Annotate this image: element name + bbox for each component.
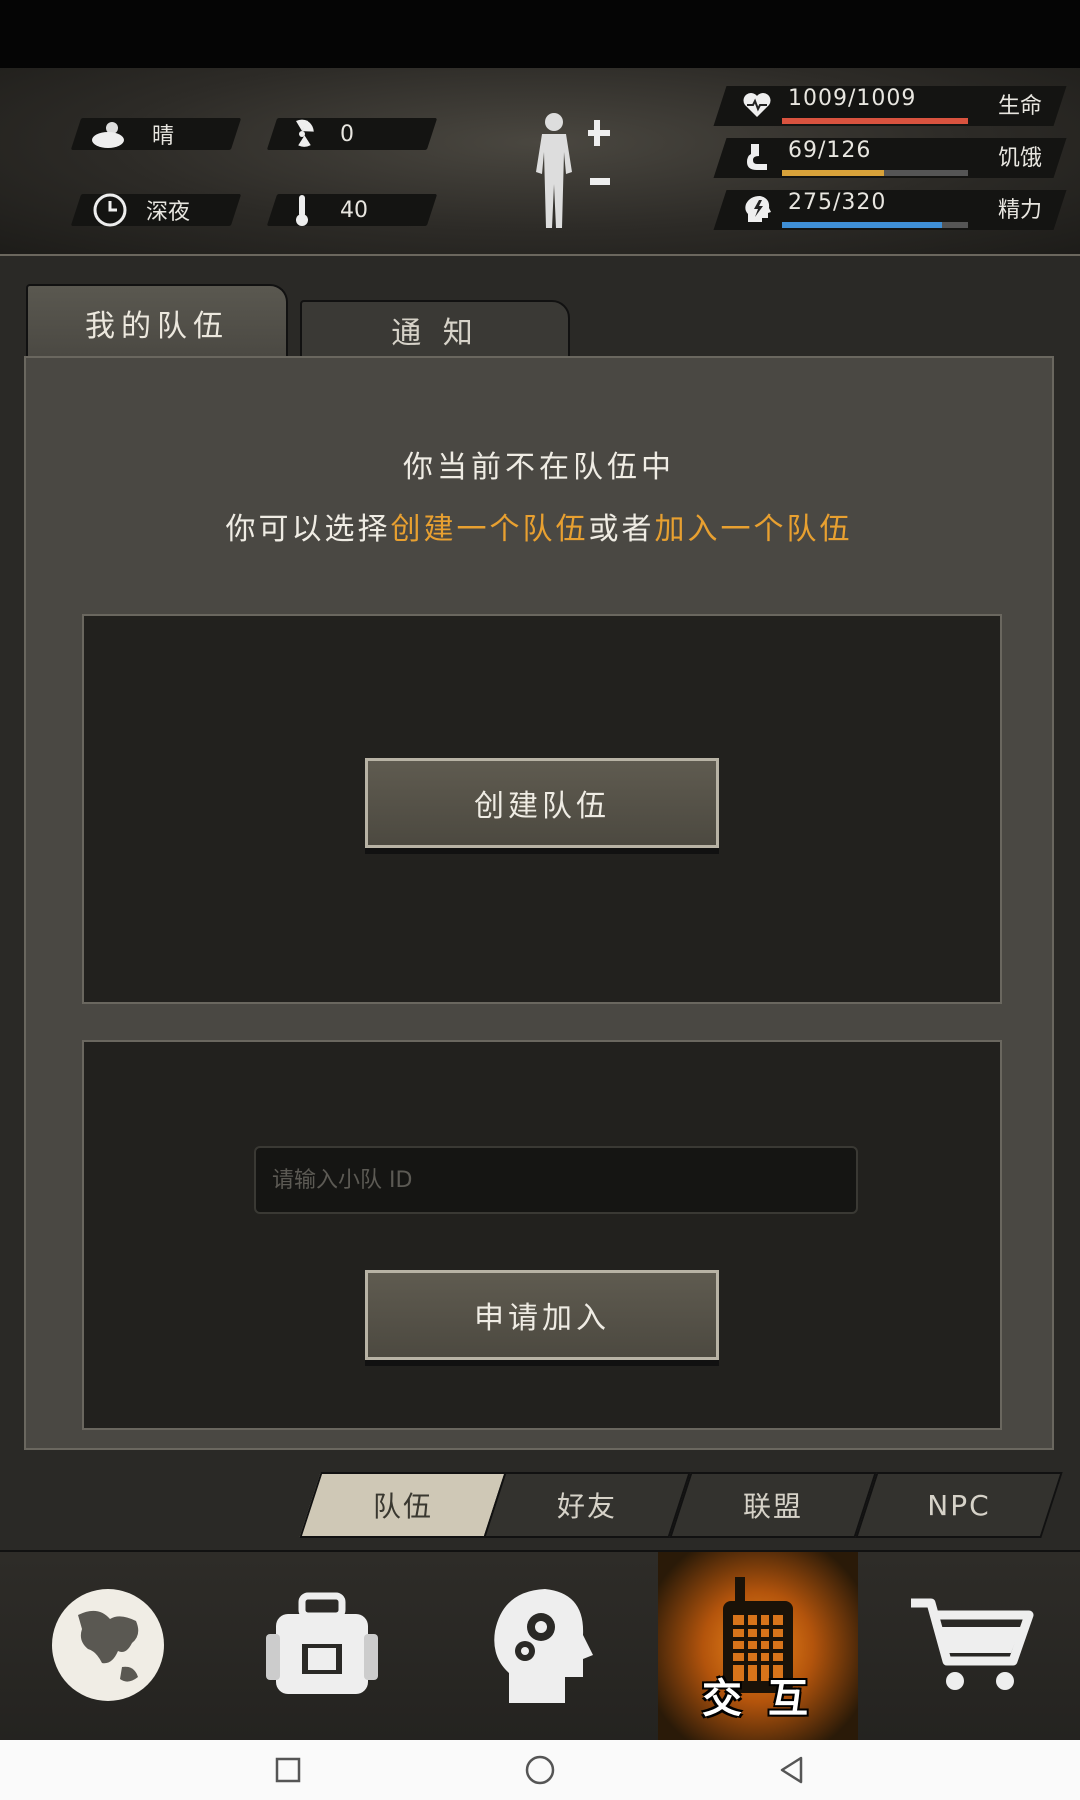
create-team-link[interactable]: 创建一个队伍 — [391, 512, 589, 547]
body-status-icon[interactable] — [522, 110, 622, 230]
energy-head-icon — [740, 192, 774, 226]
time-pill: 深夜 — [90, 192, 190, 228]
recent-apps-icon[interactable] — [258, 1748, 318, 1792]
radiation-value: 0 — [340, 121, 354, 147]
subtab-team[interactable]: 队伍 — [310, 1472, 496, 1538]
nav-skills[interactable] — [440, 1552, 640, 1742]
brain-head-icon — [485, 1585, 595, 1709]
health-bar: 1009/1009 生命 — [713, 82, 1067, 126]
system-nav-bar — [0, 1740, 1080, 1800]
subtab-friends[interactable]: 好友 — [494, 1472, 680, 1538]
subtab-alliance[interactable]: 联盟 — [680, 1472, 866, 1538]
energy-fill — [782, 222, 942, 228]
thermometer-icon — [282, 192, 322, 228]
create-team-box: 创建队伍 — [82, 614, 1002, 1004]
back-icon[interactable] — [762, 1748, 822, 1792]
join-team-link[interactable]: 加入一个队伍 — [655, 512, 853, 547]
energy-bar: 275/320 精力 — [713, 186, 1067, 230]
health-label: 生命 — [997, 94, 1042, 119]
heart-icon — [740, 88, 774, 122]
hunger-label: 饥饿 — [997, 146, 1042, 171]
not-in-team-message: 你当前不在队伍中 — [403, 450, 675, 485]
cart-icon — [907, 1595, 1037, 1699]
hunger-fill — [782, 170, 884, 176]
team-panel: 你当前不在队伍中 你可以选择创建一个队伍或者加入一个队伍 创建队伍 申请加入 — [24, 356, 1054, 1450]
health-fill — [782, 118, 968, 124]
tab-my-team[interactable]: 我的队伍 — [26, 284, 288, 360]
health-value: 1009/1009 — [788, 86, 917, 111]
nav-map[interactable] — [8, 1552, 208, 1742]
temperature-pill: 40 — [282, 192, 368, 228]
temperature-value: 40 — [340, 197, 368, 223]
create-team-button[interactable]: 创建队伍 — [365, 758, 719, 848]
nav-interact[interactable]: 交 互 — [658, 1552, 858, 1742]
status-bar — [0, 0, 1080, 68]
nav-interact-label: 交 互 — [702, 1676, 814, 1722]
bottom-nav: 交 互 — [0, 1550, 1080, 1742]
social-subtabs: 队伍 好友 联盟 NPC — [296, 1472, 1066, 1544]
radiation-pill: 0 — [282, 116, 354, 152]
stomach-icon — [740, 140, 774, 174]
team-id-input[interactable] — [254, 1146, 858, 1214]
clock-icon — [90, 192, 130, 228]
tab-notice[interactable]: 通 知 — [300, 300, 570, 360]
energy-label: 精力 — [997, 198, 1042, 223]
apply-join-button[interactable]: 申请加入 — [365, 1270, 719, 1360]
nav-backpack[interactable] — [222, 1552, 422, 1742]
join-team-box: 申请加入 — [82, 1040, 1002, 1430]
home-icon[interactable] — [510, 1748, 570, 1792]
time-text: 深夜 — [146, 200, 191, 225]
hunger-bar: 69/126 饥饿 — [713, 134, 1067, 178]
energy-value: 275/320 — [788, 190, 887, 215]
message-prefix: 你可以选择 — [225, 512, 391, 547]
message-or: 或者 — [588, 512, 655, 547]
subtab-npc[interactable]: NPC — [866, 1472, 1052, 1538]
radiation-icon — [282, 116, 322, 152]
nav-shop[interactable] — [872, 1552, 1072, 1742]
hunger-value: 69/126 — [788, 138, 872, 163]
backpack-icon — [262, 1590, 382, 1704]
team-screen: 通 知 我的队伍 你当前不在队伍中 你可以选择创建一个队伍或者加入一个队伍 创建… — [0, 256, 1080, 1550]
weather-pill: 晴 — [90, 116, 174, 152]
hud: 晴 0 深夜 40 1009/1009 生命 69/126 饥饿 275/320… — [0, 68, 1080, 256]
team-options-message: 你可以选择创建一个队伍或者加入一个队伍 — [26, 504, 1052, 548]
cloud-sun-icon — [90, 116, 130, 152]
globe-icon — [48, 1585, 168, 1709]
weather-text: 晴 — [152, 124, 175, 149]
